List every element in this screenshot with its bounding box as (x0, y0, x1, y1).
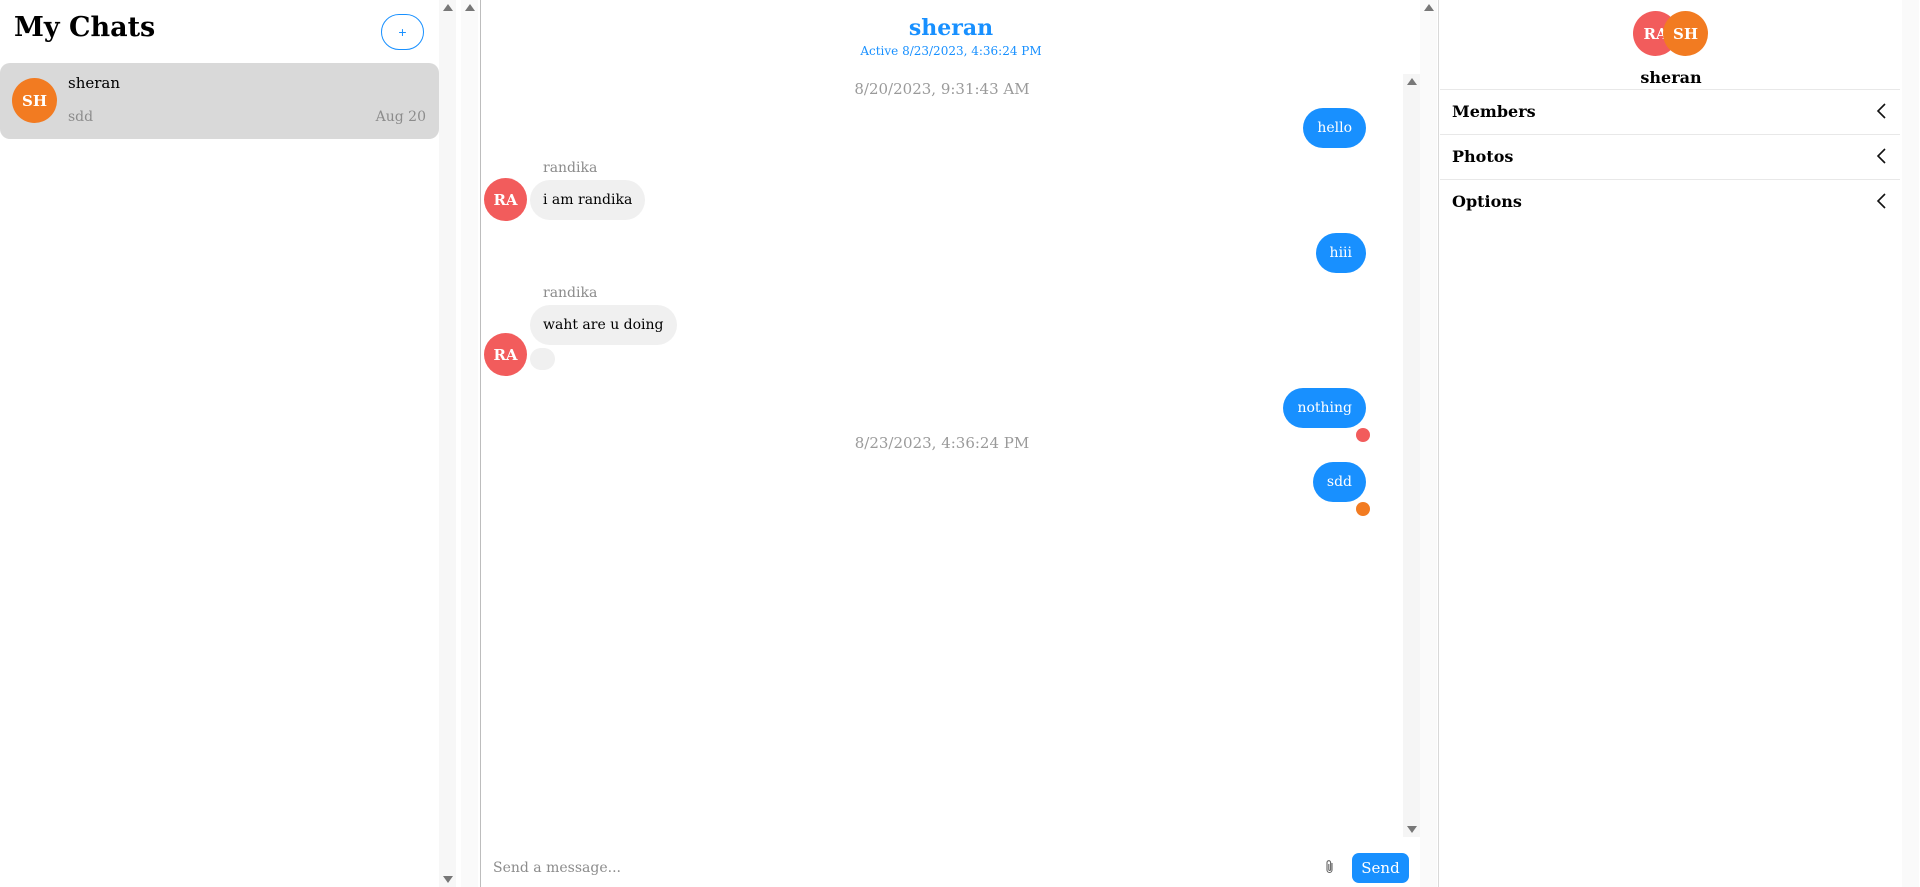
message-composer: Send (481, 848, 1421, 887)
scroll-up-arrow[interactable] (1424, 4, 1434, 11)
center-scrollbar[interactable] (461, 0, 478, 887)
outgoing-message: hello (1303, 108, 1366, 148)
chat-item-date: Aug 20 (375, 109, 426, 125)
section-label: Members (1452, 102, 1536, 121)
chat-details-name: sheran (1640, 68, 1702, 87)
sender-name: randika (543, 160, 598, 176)
avatar: RA (484, 333, 527, 376)
chat-list-panel: My Chats + SH sheran sdd Aug 20 (0, 0, 439, 887)
section-photos[interactable]: Photos (1440, 134, 1900, 178)
outgoing-message: nothing (1283, 388, 1366, 428)
scroll-down-arrow[interactable] (1407, 826, 1417, 833)
conversation-scrollbar[interactable] (1420, 0, 1437, 887)
chat-list-scrollbar[interactable] (439, 0, 456, 887)
chat-details-panel: RA SH sheran Members Photos Options (1440, 0, 1902, 887)
scroll-up-arrow[interactable] (1407, 78, 1417, 85)
plus-icon: + (398, 24, 407, 40)
scroll-up-arrow[interactable] (443, 4, 453, 11)
chat-app: My Chats + SH sheran sdd Aug 20 sheran A… (0, 0, 1920, 887)
chat-item-last-message: sdd (68, 109, 94, 125)
send-button[interactable]: Send (1352, 853, 1409, 883)
section-label: Photos (1452, 147, 1514, 166)
avatar: SH (12, 78, 57, 123)
chevron-left-icon (1876, 193, 1886, 209)
section-members[interactable]: Members (1440, 89, 1900, 133)
chat-list-title: My Chats (14, 12, 156, 43)
scroll-down-arrow[interactable] (443, 876, 453, 883)
incoming-message: waht are u doing (530, 305, 677, 345)
section-options[interactable]: Options (1440, 179, 1900, 223)
outgoing-message: sdd (1312, 462, 1366, 502)
incoming-message: i am randika (530, 180, 646, 220)
conversation-title: sheran (908, 15, 994, 41)
chat-list-item[interactable]: SH sheran sdd Aug 20 (0, 63, 439, 139)
conversation-status: Active 8/23/2023, 4:36:24 PM (860, 44, 1042, 58)
conversation-panel: sheran Active 8/23/2023, 4:36:24 PM 8/20… (480, 0, 1439, 887)
new-chat-button[interactable]: + (381, 14, 424, 50)
scroll-up-arrow[interactable] (465, 4, 475, 11)
avatar: SH (1663, 11, 1708, 56)
chat-item-name: sheran (68, 74, 121, 92)
message-feed: 8/20/2023, 9:31:43 AM hello randika RA i… (481, 74, 1403, 834)
section-label: Options (1452, 192, 1522, 211)
message-feed-scrollbar[interactable] (1403, 74, 1420, 837)
attach-icon[interactable] (1323, 859, 1337, 875)
message-timestamp: 8/23/2023, 4:36:24 PM (854, 434, 1030, 452)
chevron-left-icon (1876, 103, 1886, 119)
avatar: RA (484, 178, 527, 221)
read-receipt-avatar (1356, 502, 1370, 516)
outgoing-message: hiii (1315, 233, 1366, 273)
details-scrollbar[interactable] (1902, 0, 1919, 887)
message-timestamp: 8/20/2023, 9:31:43 AM (854, 80, 1030, 98)
sender-name: randika (543, 285, 598, 301)
chevron-left-icon (1876, 148, 1886, 164)
message-input[interactable] (493, 856, 1273, 880)
empty-message-bubble (530, 348, 555, 370)
group-avatars: RA SH (1633, 11, 1713, 56)
